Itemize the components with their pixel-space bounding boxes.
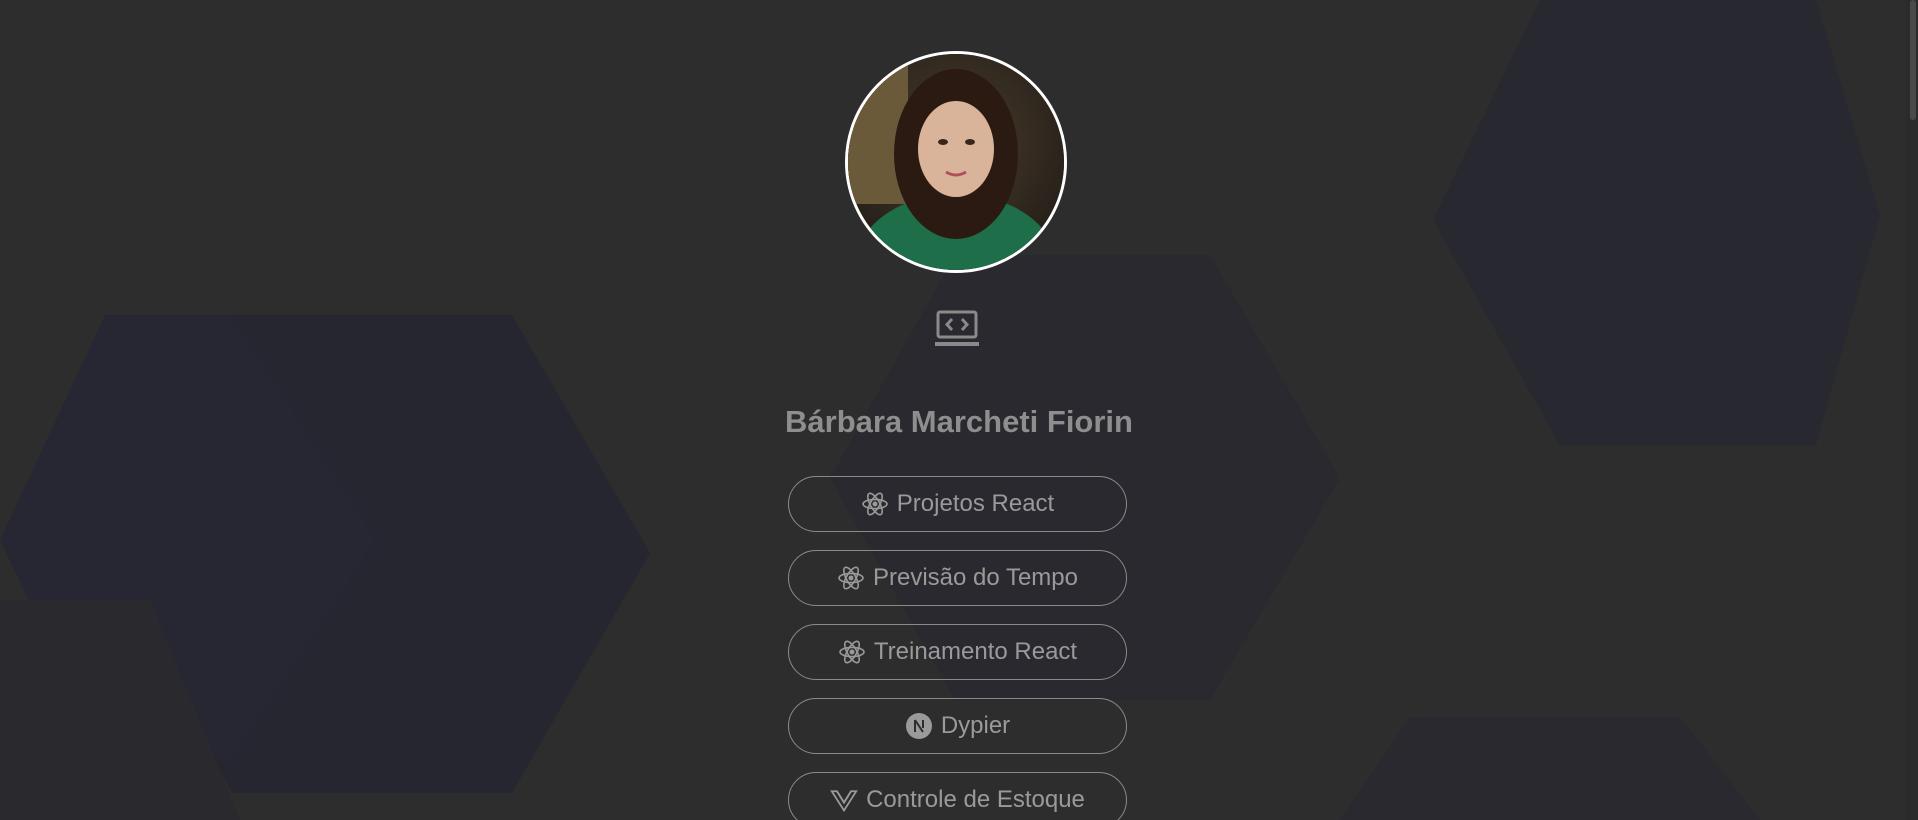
profile-name: Bárbara Marcheti Fiorin xyxy=(785,404,1133,439)
react-icon xyxy=(837,564,865,592)
vue-icon xyxy=(830,786,858,814)
link-treinamento-react[interactable]: Treinamento React xyxy=(788,624,1127,680)
link-dypier[interactable]: Dypier xyxy=(788,698,1127,754)
avatar-image xyxy=(848,54,1064,270)
page: Bárbara Marcheti Fiorin Projetos React P… xyxy=(0,0,1918,820)
content: Bárbara Marcheti Fiorin Projetos React P… xyxy=(0,0,1918,820)
link-list: Projetos React Previsão do Tempo Treinam… xyxy=(788,476,1127,820)
link-label: Controle de Estoque xyxy=(866,786,1085,813)
link-controle-de-estoque[interactable]: Controle de Estoque xyxy=(788,772,1127,820)
link-label: Treinamento React xyxy=(873,638,1078,665)
link-previsao-do-tempo[interactable]: Previsão do Tempo xyxy=(788,550,1127,606)
avatar xyxy=(845,51,1067,273)
react-icon xyxy=(861,490,889,518)
link-projetos-react[interactable]: Projetos React xyxy=(788,476,1127,532)
react-icon xyxy=(838,638,866,666)
scrollbar[interactable] xyxy=(1906,0,1918,820)
link-label: Projetos React xyxy=(896,490,1055,517)
link-label: Dypier xyxy=(940,712,1011,739)
nextjs-icon xyxy=(905,712,933,740)
link-label: Previsão do Tempo xyxy=(872,564,1078,591)
scrollbar-thumb[interactable] xyxy=(1910,0,1916,120)
laptop-code-icon xyxy=(935,309,979,349)
